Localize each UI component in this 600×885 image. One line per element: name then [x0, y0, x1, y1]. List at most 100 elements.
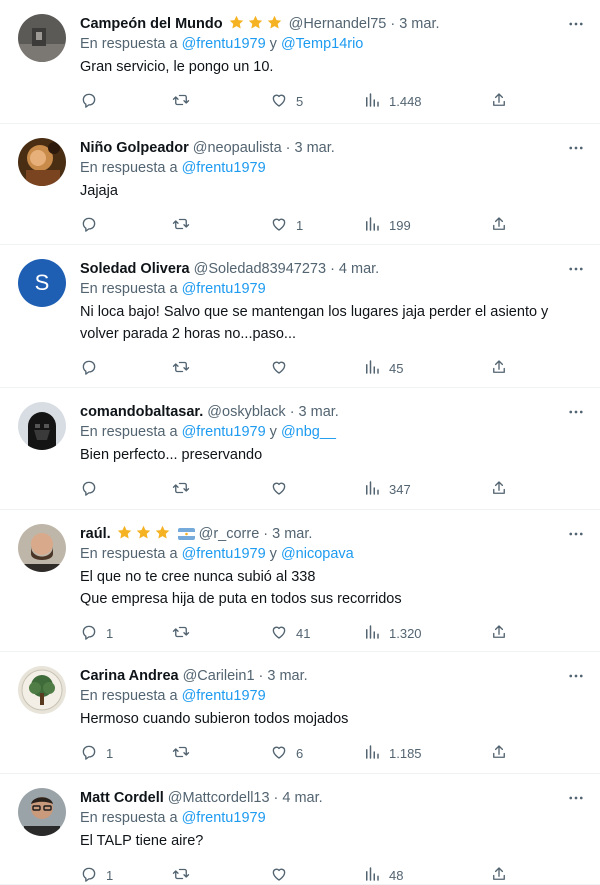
views-button[interactable]: 48 — [363, 865, 403, 885]
display-name[interactable]: Carina Andrea — [80, 668, 179, 684]
reply-mention[interactable]: @nbg__ — [281, 424, 336, 440]
share-button[interactable] — [490, 479, 508, 499]
views-button[interactable]: 45 — [363, 358, 403, 378]
avatar[interactable] — [18, 14, 66, 62]
retweet-button[interactable] — [172, 91, 198, 111]
display-name[interactable]: Matt Cordell — [80, 790, 164, 806]
avatar[interactable] — [18, 524, 66, 572]
reply-button[interactable]: 1 — [80, 623, 113, 643]
reply-button[interactable] — [80, 91, 106, 111]
reply-tweet[interactable]: Carina Andrea @Carilein1 · 3 mar. En res… — [0, 652, 600, 774]
reply-icon — [80, 215, 98, 236]
avatar[interactable] — [18, 788, 66, 836]
tweet-header: Matt Cordell @Mattcordell13 · 4 mar. — [80, 788, 323, 808]
username[interactable]: @Carilein1 — [183, 668, 255, 684]
views-button[interactable]: 1.448 — [363, 91, 422, 111]
retweet-button[interactable] — [172, 865, 198, 885]
like-button[interactable] — [270, 358, 296, 378]
reply-tweet[interactable]: Matt Cordell @Mattcordell13 · 4 mar. En … — [0, 774, 600, 885]
share-button[interactable] — [490, 91, 508, 111]
views-button[interactable]: 1.320 — [363, 623, 422, 643]
like-icon — [270, 479, 288, 500]
username[interactable]: @neopaulista — [193, 140, 282, 156]
username[interactable]: @r_corre — [199, 526, 260, 542]
views-button[interactable]: 347 — [363, 479, 411, 499]
display-name[interactable]: Soledad Olivera — [80, 261, 190, 277]
like-button[interactable]: 5 — [270, 91, 303, 111]
more-options-icon[interactable] — [566, 666, 586, 686]
more-options-icon[interactable] — [566, 524, 586, 544]
display-name[interactable]: comandobaltasar. — [80, 404, 203, 420]
tweet-header: comandobaltasar. @oskyblack · 3 mar. — [80, 402, 339, 422]
username[interactable]: @Hernandel75 — [289, 16, 387, 32]
reply-tweet[interactable]: Niño Golpeador @neopaulista · 3 mar. En … — [0, 124, 600, 245]
more-options-icon[interactable] — [566, 14, 586, 34]
reply-mention[interactable]: @nicopava — [281, 546, 354, 562]
reply-tweet[interactable]: Campeón del Mundo @Hernandel75 · 3 mar. … — [0, 0, 600, 124]
display-name[interactable]: Campeón del Mundo — [80, 16, 223, 32]
retweet-button[interactable] — [172, 623, 198, 643]
separator-dot: · — [330, 261, 335, 277]
username[interactable]: @Mattcordell13 — [168, 790, 270, 806]
avatar[interactable] — [18, 402, 66, 450]
reply-tweet[interactable]: raúl. @r_corre · 3 mar. En respuesta a @… — [0, 510, 600, 652]
username[interactable]: @oskyblack — [207, 404, 285, 420]
more-options-icon[interactable] — [566, 259, 586, 279]
tweet-date[interactable]: 3 mar. — [267, 668, 307, 684]
more-options-icon[interactable] — [566, 402, 586, 422]
reply-mention[interactable]: @frentu1979 — [182, 688, 266, 704]
share-button[interactable] — [490, 358, 508, 378]
reply-button[interactable]: 1 — [80, 865, 113, 885]
retweet-button[interactable] — [172, 358, 198, 378]
like-button[interactable]: 6 — [270, 743, 303, 763]
tweet-date[interactable]: 3 mar. — [294, 140, 334, 156]
reply-and: y — [269, 424, 277, 440]
reply-mention[interactable]: @frentu1979 — [182, 810, 266, 826]
share-button[interactable] — [490, 743, 508, 763]
tweet-text: Bien perfecto... preservando — [80, 444, 585, 466]
retweet-icon — [172, 743, 190, 764]
reply-button[interactable] — [80, 215, 106, 235]
reply-mention[interactable]: @frentu1979 — [182, 424, 266, 440]
tweet-date[interactable]: 3 mar. — [272, 526, 312, 542]
views-icon — [363, 865, 381, 885]
reply-tweet[interactable]: S Soledad Olivera @Soledad83947273 · 4 m… — [0, 245, 600, 388]
reply-button[interactable] — [80, 479, 106, 499]
reply-mention[interactable]: @frentu1979 — [182, 160, 266, 176]
retweet-button[interactable] — [172, 479, 198, 499]
views-button[interactable]: 199 — [363, 215, 411, 235]
avatar[interactable] — [18, 666, 66, 714]
avatar[interactable] — [18, 138, 66, 186]
reply-mention[interactable]: @frentu1979 — [182, 281, 266, 297]
username[interactable]: @Soledad83947273 — [194, 261, 326, 277]
tweet-date[interactable]: 4 mar. — [282, 790, 322, 806]
tweet-date[interactable]: 3 mar. — [399, 16, 439, 32]
like-button[interactable] — [270, 865, 296, 885]
retweet-button[interactable] — [172, 743, 198, 763]
more-options-icon[interactable] — [566, 138, 586, 158]
reply-mention[interactable]: @frentu1979 — [182, 36, 266, 52]
reply-button[interactable] — [80, 358, 106, 378]
argentina-flag-icon — [177, 528, 195, 540]
share-button[interactable] — [490, 215, 508, 235]
avatar[interactable]: S — [18, 259, 66, 307]
reply-mention[interactable]: @frentu1979 — [182, 546, 266, 562]
display-name[interactable]: raúl. — [80, 526, 111, 542]
share-button[interactable] — [490, 623, 508, 643]
separator-dot: · — [258, 668, 264, 684]
reply-button[interactable]: 1 — [80, 743, 113, 763]
more-options-icon[interactable] — [566, 788, 586, 808]
retweet-button[interactable] — [172, 215, 198, 235]
star-icon — [154, 524, 173, 545]
like-button[interactable]: 41 — [270, 623, 310, 643]
reply-context: En respuesta a @frentu1979 — [80, 688, 266, 704]
reply-mention[interactable]: @Temp14rio — [281, 36, 363, 52]
share-button[interactable] — [490, 865, 508, 885]
display-name[interactable]: Niño Golpeador — [80, 140, 189, 156]
views-button[interactable]: 1.185 — [363, 743, 422, 763]
tweet-date[interactable]: 4 mar. — [339, 261, 379, 277]
like-button[interactable]: 1 — [270, 215, 303, 235]
like-button[interactable] — [270, 479, 296, 499]
reply-tweet[interactable]: comandobaltasar. @oskyblack · 3 mar. En … — [0, 388, 600, 510]
tweet-date[interactable]: 3 mar. — [299, 404, 339, 420]
